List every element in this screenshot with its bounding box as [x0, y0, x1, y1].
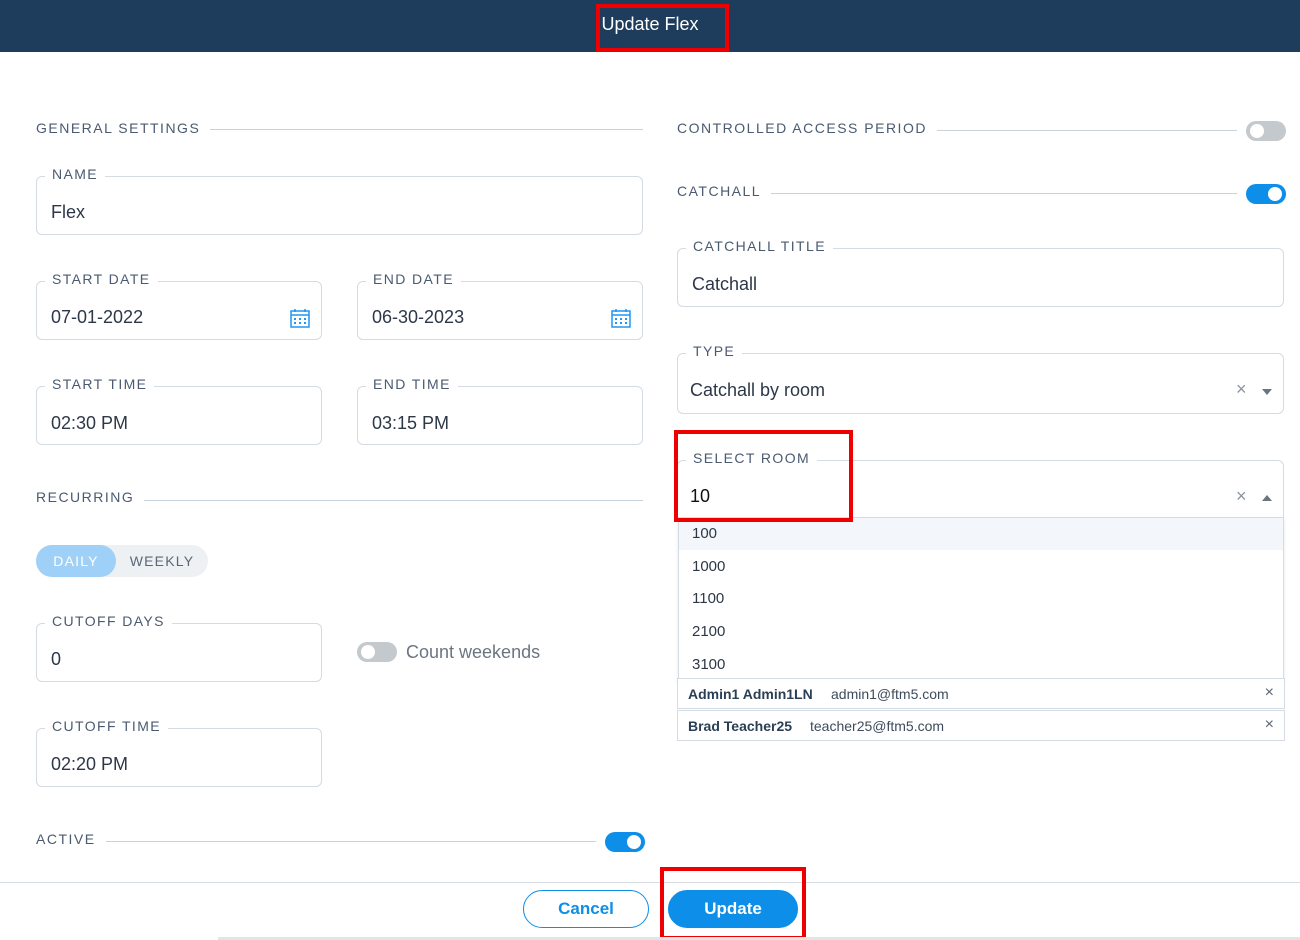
- calendar-icon[interactable]: [611, 309, 631, 328]
- start-time-field[interactable]: START TIME 02:30 PM: [36, 376, 322, 445]
- user-name: Brad Teacher25: [688, 718, 793, 734]
- end-time-value: 03:15 PM: [372, 413, 450, 433]
- name-field[interactable]: NAME Flex: [36, 166, 643, 235]
- name-value: Flex: [51, 202, 86, 222]
- select-room-input[interactable]: 10: [690, 486, 710, 507]
- daily-option[interactable]: DAILY: [36, 545, 116, 577]
- recurring-heading: RECURRING: [36, 489, 145, 505]
- cutoff-days-field[interactable]: CUTOFF DAYS 0: [36, 613, 322, 682]
- room-option[interactable]: 3100: [679, 649, 1283, 681]
- catchall-title-field[interactable]: CATCHALL TITLE Catchall: [677, 238, 1284, 307]
- calendar-icon[interactable]: [290, 309, 310, 328]
- start-date-label: START DATE: [45, 271, 158, 287]
- catchall-toggle[interactable]: [1246, 184, 1286, 204]
- room-option[interactable]: 100: [679, 518, 1283, 550]
- chevron-down-icon[interactable]: [1262, 389, 1272, 395]
- cutoff-days-value: 0: [51, 649, 62, 669]
- count-weekends-label: Count weekends: [406, 642, 541, 662]
- start-time-label: START TIME: [45, 376, 155, 392]
- end-time-label: END TIME: [366, 376, 458, 392]
- user-row: Admin1 Admin1LN admin1@ftm5.com ×: [677, 678, 1285, 709]
- cutoff-days-label: CUTOFF DAYS: [45, 613, 172, 629]
- end-date-label: END DATE: [366, 271, 461, 287]
- toggle-knob: [1250, 124, 1264, 138]
- cutoff-time-field[interactable]: CUTOFF TIME 02:20 PM: [36, 718, 322, 787]
- footer-divider: [0, 882, 1300, 883]
- count-weekends-toggle[interactable]: [357, 642, 397, 662]
- dialog-header: Update Flex: [0, 0, 1300, 52]
- weekly-option[interactable]: WEEKLY: [116, 545, 208, 577]
- user-name: Admin1 Admin1LN: [688, 686, 813, 702]
- select-room-label: SELECT ROOM: [686, 450, 818, 466]
- catchall-title-value: Catchall: [692, 274, 758, 294]
- controlled-access-toggle[interactable]: [1246, 121, 1286, 141]
- end-date-value: 06-30-2023: [372, 307, 465, 327]
- end-time-field[interactable]: END TIME 03:15 PM: [357, 376, 643, 445]
- active-divider: [36, 841, 596, 842]
- toggle-knob: [1268, 187, 1282, 201]
- dialog-title: Update Flex: [601, 14, 699, 34]
- update-button[interactable]: Update: [668, 890, 798, 928]
- remove-icon[interactable]: ×: [1265, 684, 1274, 702]
- type-label: TYPE: [686, 343, 743, 359]
- active-heading: ACTIVE: [36, 831, 106, 847]
- catchall-title-label: CATCHALL TITLE: [686, 238, 833, 254]
- end-date-field[interactable]: END DATE 06-30-2023: [357, 271, 643, 340]
- remove-icon[interactable]: ×: [1265, 716, 1274, 734]
- cutoff-time-label: CUTOFF TIME: [45, 718, 168, 734]
- user-email: admin1@ftm5.com: [831, 686, 949, 702]
- room-option[interactable]: 1100: [679, 583, 1283, 615]
- clear-icon[interactable]: ×: [1236, 380, 1247, 398]
- toggle-knob: [361, 645, 375, 659]
- type-select[interactable]: TYPE Catchall by room ×: [677, 343, 1284, 414]
- room-option[interactable]: 2100: [679, 616, 1283, 648]
- active-toggle[interactable]: [605, 832, 645, 852]
- controlled-access-heading: CONTROLLED ACCESS PERIOD: [677, 120, 937, 136]
- user-row: Brad Teacher25 teacher25@ftm5.com ×: [677, 710, 1285, 741]
- start-date-field[interactable]: START DATE 07-01-2022: [36, 271, 322, 340]
- name-label: NAME: [45, 166, 106, 182]
- cancel-button[interactable]: Cancel: [523, 890, 649, 928]
- catchall-heading: CATCHALL: [677, 183, 772, 199]
- room-option[interactable]: 1000: [679, 551, 1283, 583]
- type-value: Catchall by room: [690, 380, 826, 400]
- user-email: teacher25@ftm5.com: [810, 718, 945, 734]
- clear-icon[interactable]: ×: [1236, 487, 1247, 505]
- toggle-knob: [627, 835, 641, 849]
- start-date-value: 07-01-2022: [51, 307, 144, 327]
- recurrence-toggle-group: DAILY WEEKLY: [36, 545, 208, 577]
- cutoff-time-value: 02:20 PM: [51, 754, 129, 774]
- general-settings-heading: GENERAL SETTINGS: [36, 120, 211, 136]
- select-room-field[interactable]: SELECT ROOM 10 ×: [677, 450, 1284, 518]
- room-dropdown: 100 1000 1100 2100 3100: [678, 517, 1284, 681]
- chevron-up-icon[interactable]: [1262, 495, 1272, 501]
- start-time-value: 02:30 PM: [51, 413, 129, 433]
